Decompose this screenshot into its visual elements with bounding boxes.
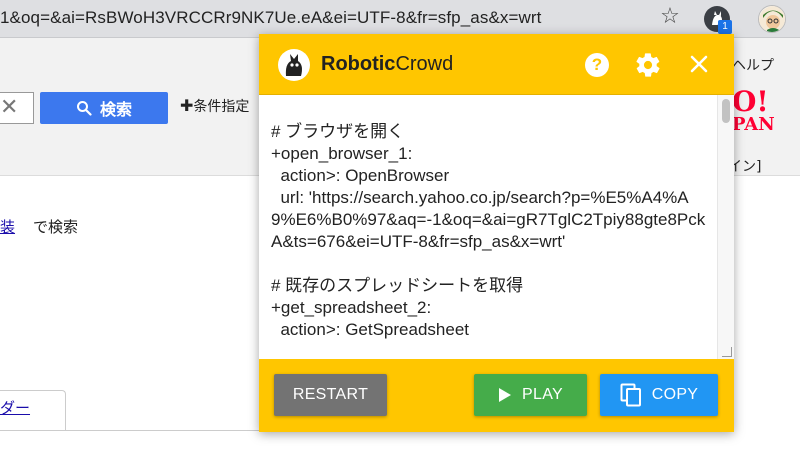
- play-button-label: PLAY: [522, 386, 563, 403]
- copy-button[interactable]: COPY: [600, 374, 718, 416]
- extension-badge: 1: [718, 20, 732, 34]
- hint-text: で検索: [33, 218, 79, 236]
- workflow-code-editor[interactable]: # ブラウザを開く +open_browser_1: action>: Open…: [259, 94, 734, 359]
- search-button-label: 検索: [99, 100, 132, 119]
- scrollbar-thumb[interactable]: [722, 99, 730, 123]
- gear-icon[interactable]: [634, 51, 662, 79]
- clear-icon[interactable]: ✕: [0, 94, 18, 122]
- url-text[interactable]: 1&oq=&ai=RsBWoH3VRCCRr9NK7Ue.eA&ei=UTF-8…: [0, 8, 541, 28]
- copy-icon: [620, 383, 641, 407]
- divider: [0, 430, 260, 431]
- help-link[interactable]: ヘルプ: [732, 55, 774, 75]
- search-hint: 装で検索: [0, 216, 78, 237]
- hint-link[interactable]: 装: [0, 218, 15, 236]
- roboticcrowd-popup: RoboticCrowd ? # ブラウザを開く +open_browser_1…: [259, 34, 734, 432]
- tab-link[interactable]: ダー: [0, 397, 30, 418]
- help-icon[interactable]: ?: [585, 53, 609, 77]
- robot-cat-logo-icon: [278, 49, 310, 81]
- avatar[interactable]: [758, 5, 786, 33]
- address-bar[interactable]: 1&oq=&ai=RsBWoH3VRCCRr9NK7Ue.eA&ei=UTF-8…: [0, 0, 800, 38]
- resize-handle[interactable]: [722, 347, 732, 357]
- brand-name: RoboticCrowd: [321, 53, 454, 75]
- play-button[interactable]: PLAY: [474, 374, 587, 416]
- search-input[interactable]: ✕: [0, 92, 34, 124]
- restart-button[interactable]: RESTART: [274, 374, 387, 416]
- workflow-code[interactable]: # ブラウザを開く +open_browser_1: action>: Open…: [271, 121, 711, 341]
- yahoo-logo[interactable]: O! PAN: [732, 88, 775, 134]
- copy-button-label: COPY: [651, 386, 699, 403]
- search-button[interactable]: 検索: [40, 92, 168, 124]
- play-icon: [499, 388, 512, 402]
- plus-icon: ✚: [180, 96, 194, 115]
- scrollbar[interactable]: [717, 95, 734, 359]
- restart-button-label: RESTART: [292, 386, 369, 403]
- star-icon[interactable]: ☆: [658, 5, 682, 29]
- close-icon[interactable]: [687, 52, 711, 76]
- condition-link[interactable]: ✚条件指定: [180, 96, 249, 116]
- popup-header: RoboticCrowd ?: [259, 34, 734, 94]
- search-icon: [76, 101, 92, 116]
